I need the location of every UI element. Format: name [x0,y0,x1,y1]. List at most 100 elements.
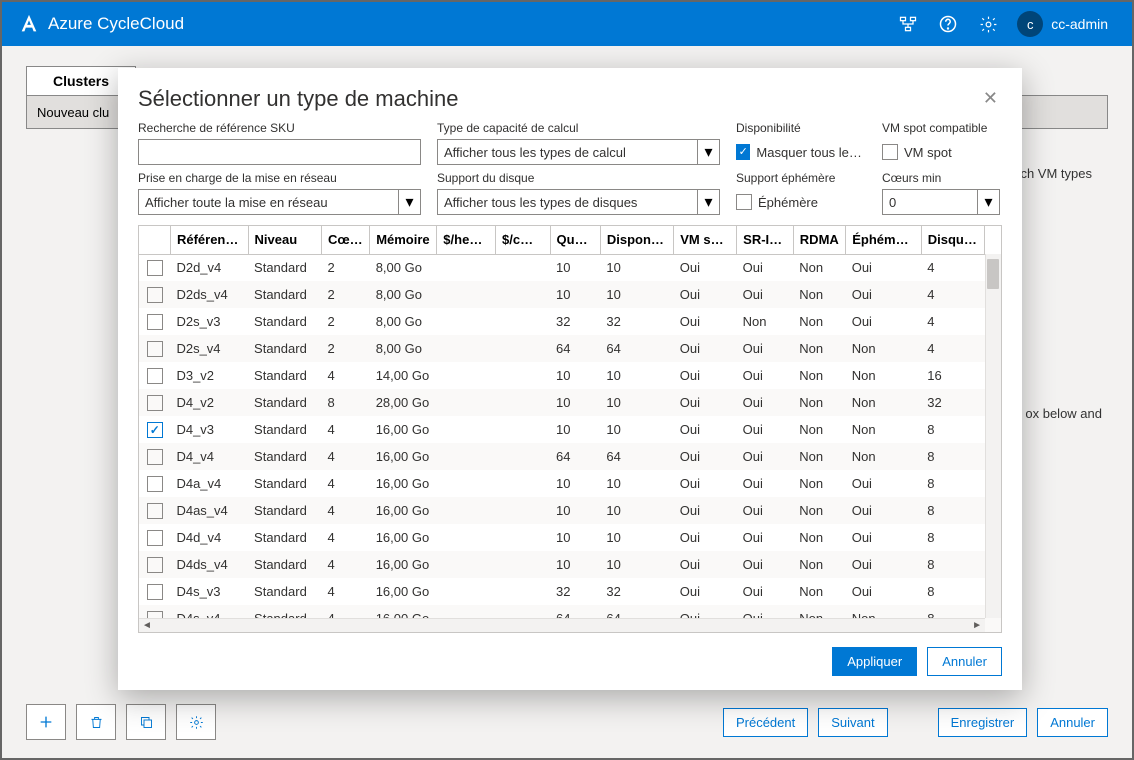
hide-unavailable-checkbox[interactable] [736,144,750,160]
cell-available[interactable]: 64 [600,443,673,470]
cell-quota[interactable]: 32 [550,578,600,605]
row-checkbox[interactable] [147,503,163,519]
chevron-down-icon[interactable]: ▾ [399,189,421,215]
scrollbar-horizontal[interactable]: ◄ ► [139,618,985,632]
cell-available[interactable]: 32 [600,308,673,335]
cell-available[interactable]: 10 [600,551,673,578]
user-menu[interactable]: c cc-admin [1017,11,1108,37]
cell-available[interactable]: 32 [600,578,673,605]
cell-ref[interactable]: D4ds_v4 [170,551,248,578]
cell-quota[interactable]: 10 [550,524,600,551]
network-support-select[interactable]: Afficher toute la mise en réseau [138,189,399,215]
scroll-right-icon[interactable]: ► [969,620,985,631]
cell-quota[interactable]: 64 [550,335,600,362]
cell-ref[interactable]: D4_v4 [170,443,248,470]
chevron-down-icon[interactable]: ▾ [698,189,720,215]
table-row[interactable]: D4a_v4Standard416,00 Go1010OuiOuiNonOui8 [139,470,1001,497]
cell-quota[interactable]: 32 [550,308,600,335]
cell-ref[interactable]: D4a_v4 [170,470,248,497]
row-checkbox[interactable] [147,476,163,492]
cell-available[interactable]: 10 [600,524,673,551]
cell-available[interactable]: 10 [600,362,673,389]
col-cores[interactable]: Cœurs [321,226,369,254]
toolbar-settings-button[interactable] [176,704,216,740]
table-row[interactable]: D2ds_v4Standard28,00 Go1010OuiOuiNonOui4 [139,281,1001,308]
min-cores-select[interactable]: 0 [882,189,978,215]
row-checkbox[interactable] [147,449,163,465]
col-vm-spot[interactable]: VM spot [674,226,737,254]
col-dollar-core[interactable]: $/cœur [496,226,551,254]
col-rdma[interactable]: RDMA [793,226,845,254]
compute-type-select[interactable]: Afficher tous les types de calcul [437,139,698,165]
cell-quota[interactable]: 10 [550,389,600,416]
col-ephemeral[interactable]: Éphémère [846,226,922,254]
ephemeral-checkbox[interactable] [736,194,752,210]
table-row[interactable]: D4_v2Standard828,00 Go1010OuiOuiNonNon32 [139,389,1001,416]
cell-ref[interactable]: D2d_v4 [170,254,248,281]
table-row[interactable]: D4s_v3Standard416,00 Go3232OuiOuiNonOui8 [139,578,1001,605]
disk-support-select[interactable]: Afficher tous les types de disques [437,189,698,215]
cell-available[interactable]: 10 [600,281,673,308]
network-icon[interactable] [897,13,919,35]
row-checkbox[interactable] [147,341,163,357]
chevron-down-icon[interactable]: ▾ [978,189,1000,215]
cell-ref[interactable]: D3_v2 [170,362,248,389]
cell-ref[interactable]: D4s_v3 [170,578,248,605]
delete-button[interactable] [76,704,116,740]
row-checkbox[interactable] [147,422,163,438]
table-row[interactable]: D2s_v4Standard28,00 Go6464OuiOuiNonNon4 [139,335,1001,362]
cell-available[interactable]: 10 [600,254,673,281]
scrollbar-thumb[interactable] [987,259,999,289]
cancel-button[interactable]: Annuler [927,647,1002,676]
cell-available[interactable]: 10 [600,497,673,524]
table-row[interactable]: D4_v4Standard416,00 Go6464OuiOuiNonNon8 [139,443,1001,470]
cell-quota[interactable]: 10 [550,497,600,524]
cell-ref[interactable]: D4d_v4 [170,524,248,551]
table-row[interactable]: D4_v3Standard416,00 Go1010OuiOuiNonNon8 [139,416,1001,443]
apply-button[interactable]: Appliquer [832,647,917,676]
previous-button[interactable]: Précédent [723,708,808,737]
row-checkbox[interactable] [147,314,163,330]
col-disks[interactable]: Disques ... [921,226,984,254]
save-button[interactable]: Enregistrer [938,708,1028,737]
cell-quota[interactable]: 10 [550,470,600,497]
col-dollar-hour[interactable]: $/heure [437,226,496,254]
col-reference[interactable]: Référenc... [170,226,248,254]
copy-button[interactable] [126,704,166,740]
row-checkbox[interactable] [147,260,163,276]
cell-ref[interactable]: D4as_v4 [170,497,248,524]
row-checkbox[interactable] [147,395,163,411]
sku-search-input[interactable] [138,139,421,165]
cell-quota[interactable]: 64 [550,443,600,470]
close-icon[interactable]: ✕ [979,84,1002,113]
scroll-left-icon[interactable]: ◄ [139,620,155,631]
cell-available[interactable]: 10 [600,470,673,497]
col-checkbox[interactable] [139,226,170,254]
cell-available[interactable]: 10 [600,389,673,416]
row-checkbox[interactable] [147,584,163,600]
table-row[interactable]: D4d_v4Standard416,00 Go1010OuiOuiNonOui8 [139,524,1001,551]
chevron-down-icon[interactable]: ▾ [698,139,720,165]
row-checkbox[interactable] [147,368,163,384]
vm-spot-checkbox[interactable] [882,144,898,160]
table-row[interactable]: D3_v2Standard414,00 Go1010OuiOuiNonNon16 [139,362,1001,389]
table-row[interactable]: D2s_v3Standard28,00 Go3232OuiNonNonOui4 [139,308,1001,335]
cell-available[interactable]: 64 [600,335,673,362]
cell-available[interactable]: 10 [600,416,673,443]
cell-ref[interactable]: D4_v2 [170,389,248,416]
settings-icon[interactable] [977,13,999,35]
scrollbar-vertical[interactable] [985,254,1001,618]
row-checkbox[interactable] [147,287,163,303]
cell-ref[interactable]: D2ds_v4 [170,281,248,308]
cell-quota[interactable]: 10 [550,362,600,389]
row-checkbox[interactable] [147,530,163,546]
add-cluster-button[interactable] [26,704,66,740]
help-icon[interactable] [937,13,959,35]
next-button[interactable]: Suivant [818,708,887,737]
table-row[interactable]: D4ds_v4Standard416,00 Go1010OuiOuiNonOui… [139,551,1001,578]
col-level[interactable]: Niveau [248,226,321,254]
col-memory[interactable]: Mémoire [370,226,437,254]
cell-ref[interactable]: D2s_v3 [170,308,248,335]
col-available[interactable]: Disponible [600,226,673,254]
cell-quota[interactable]: 10 [550,551,600,578]
